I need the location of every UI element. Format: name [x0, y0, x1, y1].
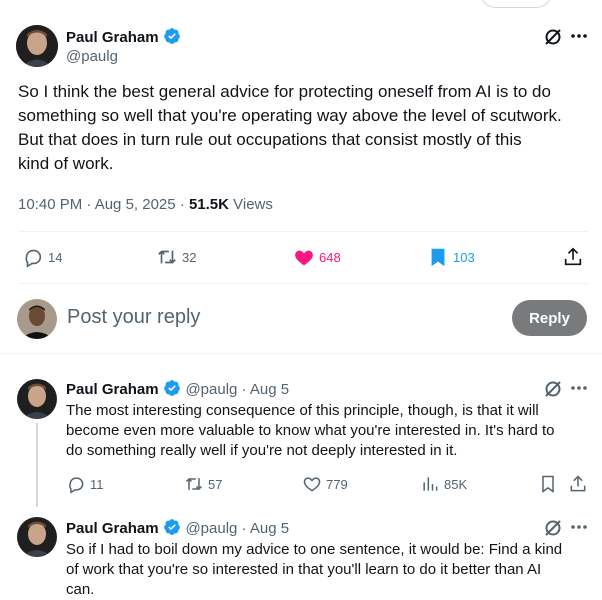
thread-connector: [36, 423, 38, 507]
like-action[interactable]: 779: [302, 474, 348, 494]
reply-text-line: become even more valuable to know what y…: [66, 422, 555, 439]
reply-count: 11: [90, 476, 104, 492]
reply-text-line: So if I had to boil down my advice to on…: [66, 541, 563, 558]
author-avatar-image: [16, 25, 58, 67]
reply-text-line: of work that you're so interested in tha…: [66, 561, 542, 578]
tweet-text-line: So I think the best general advice for p…: [18, 82, 551, 101]
author-name[interactable]: Paul Graham: [66, 29, 159, 46]
bookmark-action[interactable]: 103: [427, 246, 475, 268]
views-action[interactable]: 85K: [420, 474, 467, 494]
reply-meta[interactable]: @paulg · Aug 5: [185, 520, 289, 537]
more-options-icon[interactable]: [570, 385, 588, 391]
reply-text: So if I had to boil down my advice to on…: [66, 540, 600, 600]
like-count: 779: [326, 476, 348, 492]
bookmark-count: 103: [453, 249, 475, 265]
current-user-avatar[interactable]: [17, 299, 57, 339]
divider: [18, 283, 588, 284]
divider: [18, 231, 588, 232]
like-action[interactable]: 648: [293, 246, 341, 268]
verified-badge-icon: [164, 28, 180, 44]
tweet-text: So I think the best general advice for p…: [18, 80, 598, 176]
reply-text-line: do something really well if you're not d…: [66, 442, 458, 459]
reply-author-avatar[interactable]: [17, 379, 57, 419]
verified-badge-icon: [164, 380, 180, 396]
reply-author-name[interactable]: Paul Graham: [66, 381, 159, 398]
repost-action[interactable]: 32: [156, 246, 196, 268]
tweet-timestamp[interactable]: 10:40 PM · Aug 5, 2025 ·: [18, 196, 189, 213]
tweet-text-line: But that does in turn rule out occupatio…: [18, 130, 522, 149]
reply-author-avatar-image: [17, 379, 57, 419]
reply-author-name[interactable]: Paul Graham: [66, 520, 159, 537]
view-count: 51.5K: [188, 196, 229, 213]
tweet-meta: 10:40 PM · Aug 5, 2025 · 51.5K Views: [18, 196, 273, 213]
current-user-avatar-image: [17, 299, 57, 339]
repost-count: 32: [182, 249, 197, 265]
like-count: 648: [319, 249, 341, 265]
tweet-text-line: kind of work.: [18, 154, 114, 173]
repost-action[interactable]: 57: [184, 474, 222, 494]
reply-action[interactable]: 11: [66, 474, 104, 494]
reply-meta[interactable]: @paulg · Aug 5: [185, 381, 289, 398]
bookmark-filled-icon: [431, 248, 445, 267]
reply-button[interactable]: Reply: [512, 300, 587, 336]
heart-icon: [303, 477, 321, 492]
verified-badge-icon: [164, 519, 180, 535]
views-chart-icon: [423, 477, 438, 491]
views-label: Views: [228, 196, 273, 213]
views-count: 85K: [444, 476, 468, 492]
reply-count: 14: [48, 249, 63, 265]
reply-text-line: The most interesting consequence of this…: [66, 402, 539, 419]
grok-icon[interactable]: [543, 518, 563, 538]
reply-author-avatar[interactable]: [17, 517, 57, 557]
more-options-icon[interactable]: [570, 524, 588, 530]
reply-composer-input[interactable]: Post your reply: [67, 306, 200, 329]
tweet-text-line: something so well that you're operating …: [18, 106, 562, 125]
repost-icon: [185, 477, 203, 491]
grok-icon[interactable]: [543, 379, 563, 399]
author-handle[interactable]: @paulg: [66, 48, 118, 65]
repost-count: 57: [208, 476, 223, 492]
divider: [0, 353, 602, 354]
grok-icon[interactable]: [543, 27, 563, 47]
author-avatar[interactable]: [16, 25, 58, 67]
more-options-icon[interactable]: [570, 33, 588, 39]
share-icon[interactable]: [568, 474, 588, 494]
reply-text: The most interesting consequence of this…: [66, 401, 596, 461]
reply-icon: [69, 477, 84, 494]
reply-text-line: can.: [66, 581, 95, 598]
reply-action[interactable]: 14: [22, 246, 62, 268]
reply-author-avatar-image: [17, 517, 57, 557]
top-partial-button[interactable]: [480, 0, 552, 8]
reply-icon: [25, 249, 42, 268]
heart-filled-icon: [295, 250, 313, 266]
repost-icon: [158, 250, 176, 264]
share-icon[interactable]: [562, 246, 584, 268]
bookmark-icon[interactable]: [538, 474, 558, 494]
